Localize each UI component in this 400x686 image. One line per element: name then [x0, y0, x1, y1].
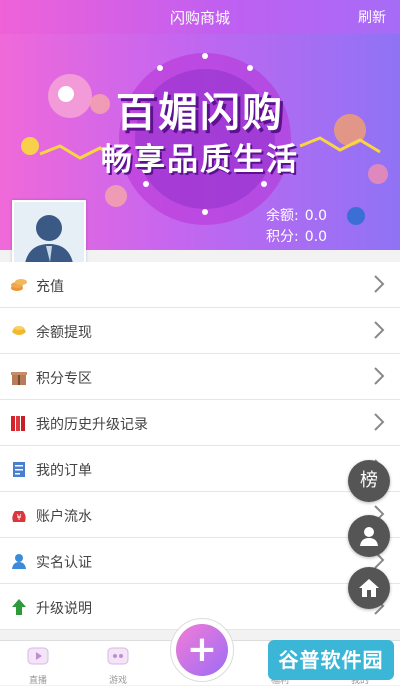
home-fab-button[interactable] — [348, 567, 390, 609]
plus-icon: + — [186, 629, 218, 670]
chevron-right-icon — [374, 275, 385, 293]
person-icon — [360, 527, 378, 546]
menu-item-orders[interactable]: 我的订单 — [0, 446, 400, 492]
tab-label: 游戏 — [108, 676, 127, 686]
menu-item-upgrade-history[interactable]: 我的历史升级记录 — [0, 400, 400, 446]
add-button[interactable]: + — [170, 618, 234, 682]
menu-item-label: 余额提现 — [36, 325, 92, 341]
page-title: 闪购商城 — [169, 9, 230, 27]
chevron-right-icon — [374, 321, 385, 339]
menu-item-label: 积分专区 — [36, 371, 92, 387]
menu-item-label: 实名认证 — [36, 555, 92, 571]
points-row: 积分: 0.0 — [266, 226, 327, 246]
top-bar: 闪购商城 刷新 — [0, 0, 400, 34]
gift-icon — [11, 372, 27, 385]
menu-item-points[interactable]: 积分专区 — [0, 354, 400, 400]
coins-icon — [11, 279, 27, 291]
menu-item-label: 我的订单 — [36, 463, 92, 479]
gold-ingot-icon — [12, 326, 26, 335]
chevron-right-icon — [374, 413, 385, 431]
tab-game[interactable]: 游戏 — [88, 645, 148, 686]
green-arrow-up-icon — [12, 599, 26, 615]
menu-list: 充值 余额提现 积分专区 我的历史升级记录 我的订单 ¥ 账户流水 实名认证 升… — [0, 262, 400, 630]
menu-item-account-flow[interactable]: ¥ 账户流水 — [0, 492, 400, 538]
menu-item-verification[interactable]: 实名认证 — [0, 538, 400, 584]
points-label: 积分: — [266, 229, 299, 245]
points-value: 0.0 — [304, 229, 327, 245]
user-avatar-icon — [14, 202, 84, 270]
profile-fab-button[interactable] — [348, 515, 390, 557]
home-icon — [359, 579, 379, 597]
menu-item-withdraw[interactable]: 余额提现 — [0, 308, 400, 354]
balance-row: 余额: 0.0 — [266, 205, 327, 225]
red-books-icon — [11, 416, 25, 431]
balance-label: 余额: — [266, 208, 299, 224]
svg-text:¥: ¥ — [16, 513, 21, 522]
banner-title: 百媚闪购 — [116, 90, 284, 136]
person-icon — [12, 554, 26, 569]
menu-item-label: 充值 — [36, 279, 64, 295]
game-icon — [107, 647, 129, 665]
chevron-right-icon — [374, 367, 385, 385]
banner-subtitle: 畅享品质生活 — [101, 142, 299, 178]
balance-value: 0.0 — [304, 208, 327, 224]
live-icon — [27, 647, 49, 665]
ranking-button[interactable]: 榜 — [348, 460, 390, 502]
menu-item-recharge[interactable]: 充值 — [0, 262, 400, 308]
tab-label: 直播 — [28, 676, 47, 686]
menu-item-label: 账户流水 — [36, 509, 92, 525]
orders-icon — [13, 462, 25, 477]
menu-item-label: 我的历史升级记录 — [36, 417, 148, 433]
tab-live[interactable]: 直播 — [8, 645, 68, 686]
yen-bag-icon: ¥ — [12, 511, 26, 522]
menu-item-label: 升级说明 — [36, 601, 92, 617]
add-button-circle: + — [176, 624, 228, 676]
refresh-button[interactable]: 刷新 — [358, 7, 386, 27]
watermark-logo: 谷普软件园 — [268, 640, 394, 680]
